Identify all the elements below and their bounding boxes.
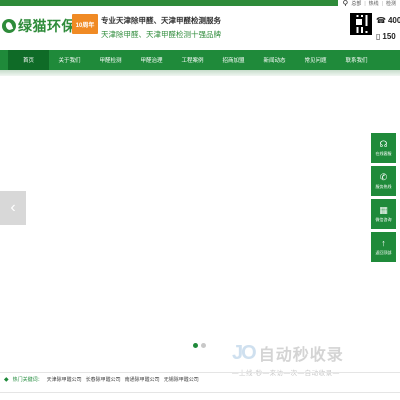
side-label: 微信咨询 xyxy=(375,217,392,222)
keyword-link[interactable]: 无锡除甲醛公司 xyxy=(164,376,199,383)
hot-keywords-bar: ◆ 热门关键词： 天津除甲醛公司 长春除甲醛公司 南通除甲醛公司 无锡除甲醛公司 xyxy=(0,372,400,386)
qrcode-icon xyxy=(350,13,372,35)
hot-keywords-label: 热门关键词： xyxy=(12,377,43,383)
nav-item-detection[interactable]: 甲醛检测 xyxy=(90,50,131,70)
header: 绿猫环保 10周年 专业天津除甲醛、天津甲醛检测服务 天津除甲醛、天津甲醛检测十… xyxy=(0,6,400,48)
qrcode-icon: ▦ xyxy=(379,205,388,215)
slider-dot[interactable] xyxy=(201,343,206,348)
slider-dots xyxy=(193,343,206,348)
leaf-logo-icon xyxy=(2,19,16,33)
nav-item-treatment[interactable]: 甲醛治理 xyxy=(131,50,172,70)
chevron-left-icon: ‹ xyxy=(10,199,16,216)
watermark-logo: JO 自动秒收录 xyxy=(232,341,382,365)
nav-item-cases[interactable]: 工程案例 xyxy=(172,50,213,70)
nav-item-faq[interactable]: 常见问题 xyxy=(295,50,336,70)
phone-number: 150 xyxy=(382,32,396,41)
phone-icon: ✆ xyxy=(379,172,388,182)
logo[interactable]: 绿猫环保 xyxy=(2,16,76,36)
phone-icon: ☎ xyxy=(376,16,386,25)
side-label: 在线客服 xyxy=(375,151,392,156)
watermark-mark-icon: JO xyxy=(232,341,257,364)
keyword-link[interactable]: 长春除甲醛公司 xyxy=(86,376,121,383)
slogan: 专业天津除甲醛、天津甲醛检测服务 天津除甲醛、天津甲醛检测十强品牌 xyxy=(101,15,221,40)
nav-item-home[interactable]: 首页 xyxy=(8,50,49,70)
service-hotline-button[interactable]: ✆ 服务热线 xyxy=(371,166,396,196)
slogan-line1: 专业天津除甲醛、天津甲醛检测服务 xyxy=(101,16,221,25)
mobile-icon: ▯ xyxy=(376,32,381,41)
slogan-line2: 天津除甲醛、天津甲醛检测十强品牌 xyxy=(101,30,221,39)
headset-icon: ☊ xyxy=(379,139,388,149)
side-label: 返回顶部 xyxy=(375,250,392,255)
phone-row: ▯ 150 xyxy=(376,32,396,41)
page: ⚲ 总部 | 热线 | 检测 绿猫环保 10周年 专业天津除甲醛、天津甲醛检测服… xyxy=(0,0,400,400)
phone-row: ☎ 400 xyxy=(376,16,400,25)
logo-text: 绿猫环保 xyxy=(18,18,76,34)
fire-icon: ◆ xyxy=(4,377,9,383)
wechat-button[interactable]: ▦ 微信咨询 xyxy=(371,199,396,229)
nav-item-contact[interactable]: 联系我们 xyxy=(336,50,377,70)
slider-dot[interactable] xyxy=(193,343,198,348)
back-to-top-button[interactable]: ↑ 返回顶部 xyxy=(371,232,396,262)
side-label: 服务热线 xyxy=(375,184,392,189)
banner-slider xyxy=(0,76,400,354)
watermark-title: 自动秒收录 xyxy=(258,347,344,364)
nav-item-news[interactable]: 新闻动态 xyxy=(254,50,295,70)
anniversary-badge: 10周年 xyxy=(72,14,98,34)
online-service-button[interactable]: ☊ 在线客服 xyxy=(371,133,396,163)
keyword-link[interactable]: 南通除甲醛公司 xyxy=(125,376,160,383)
divider xyxy=(0,392,400,393)
nav-item-franchise[interactable]: 招商加盟 xyxy=(213,50,254,70)
phone-number: 400 xyxy=(387,16,400,25)
main-nav: 首页 关于我们 甲醛检测 甲醛治理 工程案例 招商加盟 新闻动态 常见问题 联系… xyxy=(0,50,400,70)
slider-prev-button[interactable]: ‹ xyxy=(0,191,26,225)
arrow-up-icon: ↑ xyxy=(381,238,386,248)
keyword-link[interactable]: 天津除甲醛公司 xyxy=(47,376,82,383)
side-float-toolbar: ☊ 在线客服 ✆ 服务热线 ▦ 微信咨询 ↑ 返回顶部 xyxy=(371,133,396,265)
nav-item-about[interactable]: 关于我们 xyxy=(49,50,90,70)
